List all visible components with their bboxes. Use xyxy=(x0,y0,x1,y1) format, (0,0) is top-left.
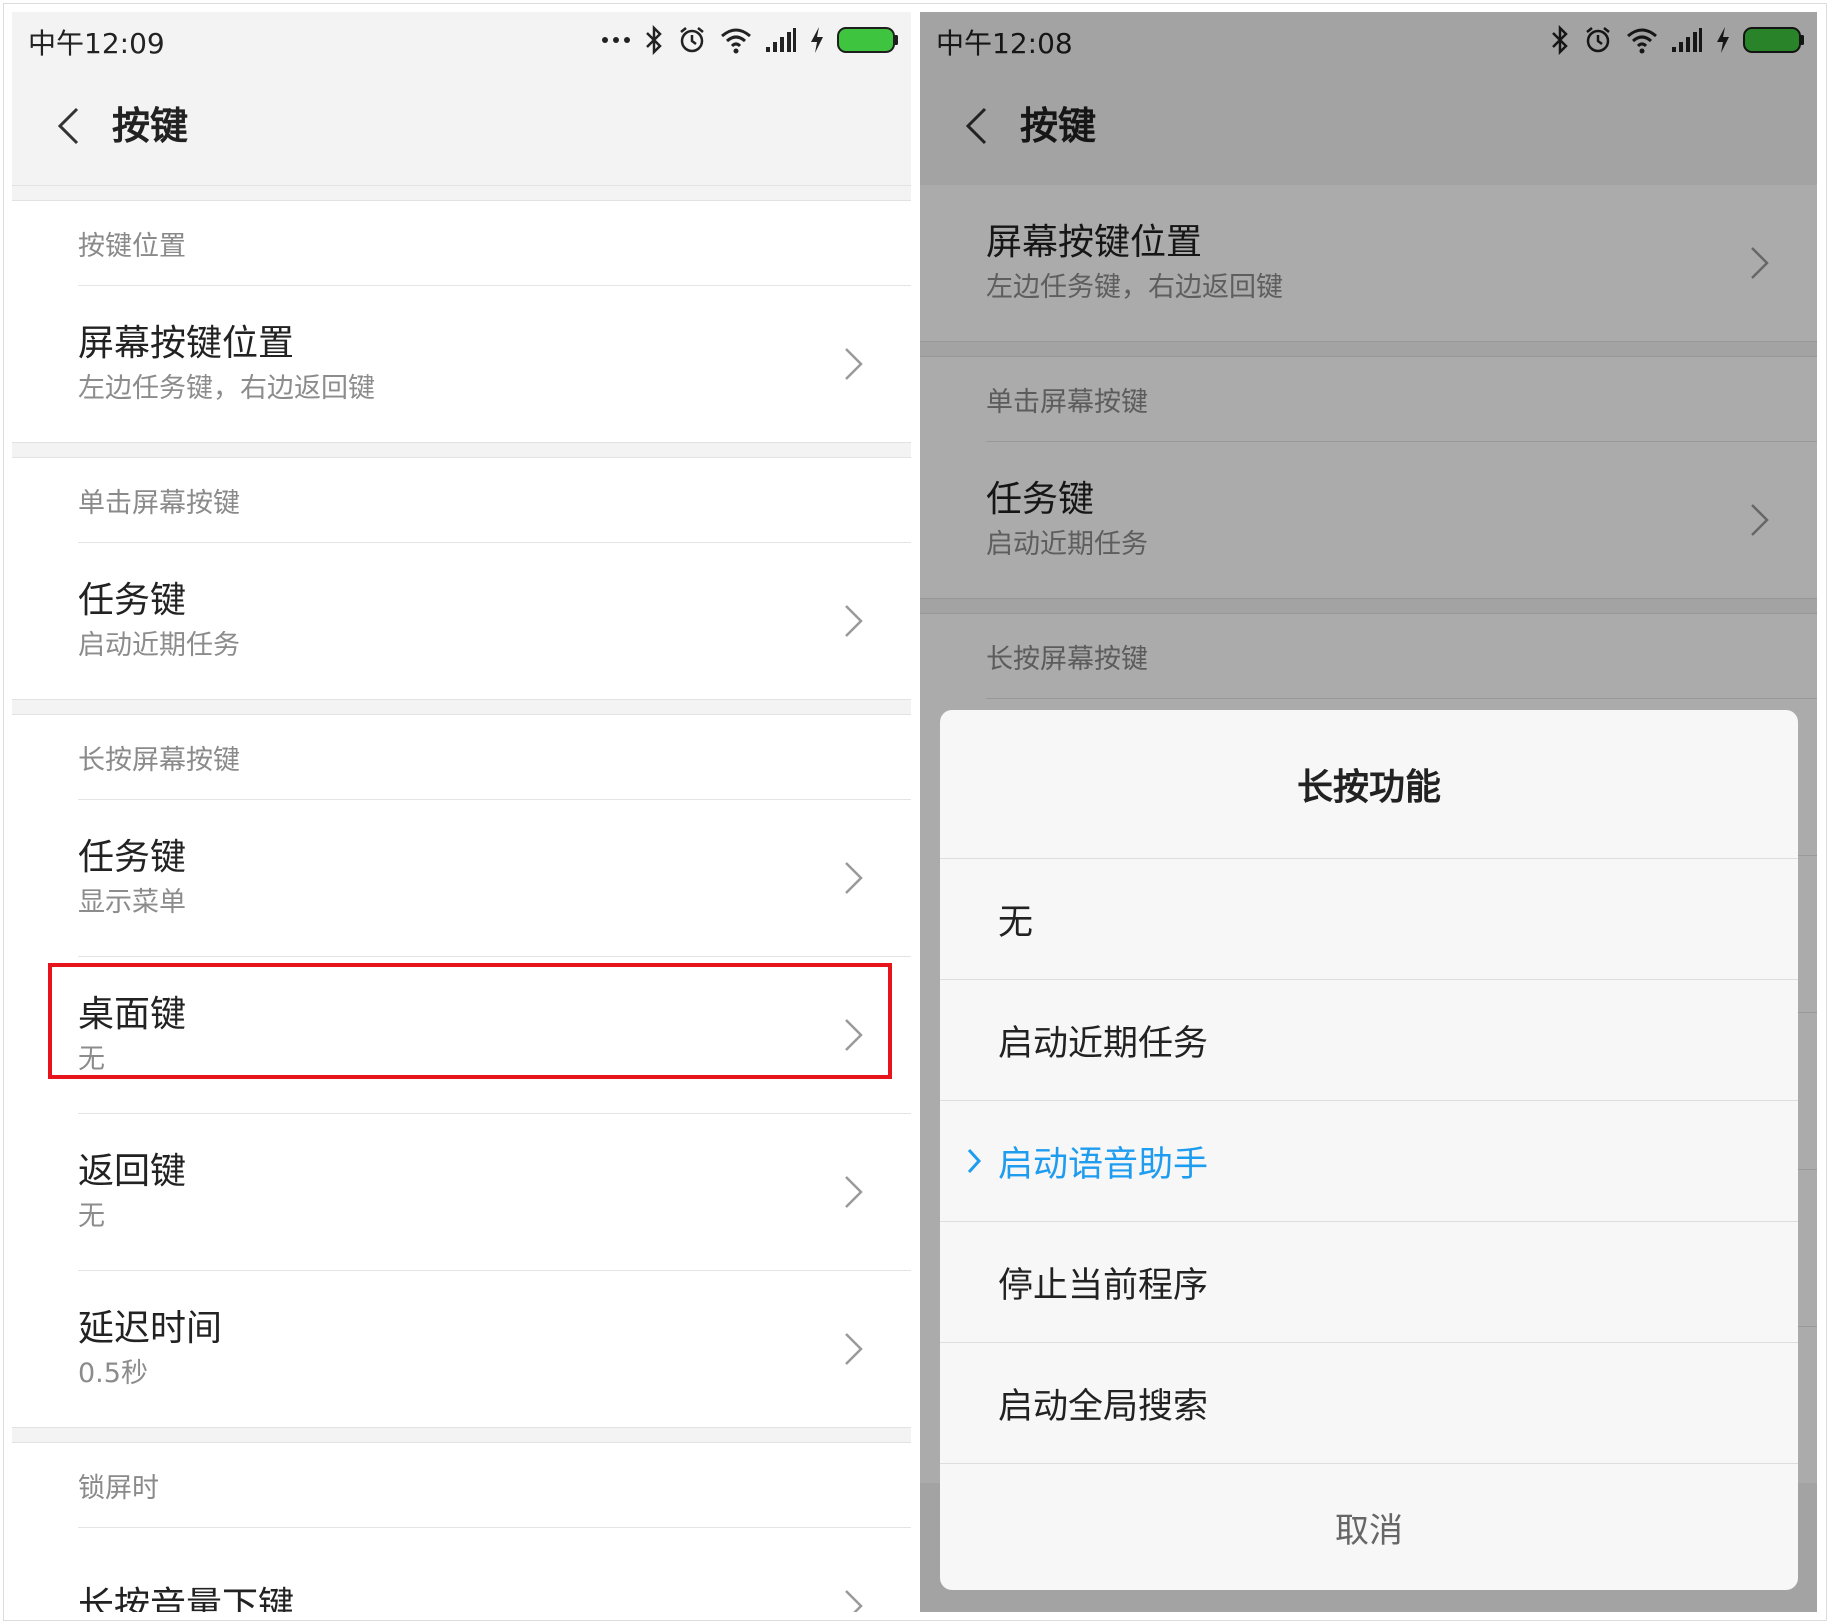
status-time: 中午12:09 xyxy=(28,27,165,60)
chevron-right-icon xyxy=(845,1590,863,1612)
page-title: 按键 xyxy=(112,104,189,148)
section-gap xyxy=(12,699,911,715)
section-header-key-position: 按键位置 xyxy=(78,230,186,262)
status-bar: 中午12:09 xyxy=(12,12,911,67)
title-bar: 按键 xyxy=(12,67,911,185)
option-label: 无 xyxy=(998,902,1034,943)
left-screen: 中午12:09 按键 按键位置 屏幕按键位置 左边任务键，右边返回键 单击屏幕按… xyxy=(12,12,911,1612)
long-press-dialog: 长按功能 无 启动近期任务 启动语音助手 停止当前程序 启动全局搜索 取消 xyxy=(940,710,1798,1590)
row-title: 返回键 xyxy=(78,1151,187,1192)
charging-icon xyxy=(811,27,823,53)
volume-down-long-press-row[interactable]: 长按音量下键 xyxy=(12,1528,911,1612)
status-icons xyxy=(601,20,899,60)
back-arrow-icon xyxy=(57,107,79,145)
group-key-position: 按键位置 屏幕按键位置 左边任务键，右边返回键 xyxy=(12,201,911,442)
long-back-key-row[interactable]: 返回键 无 xyxy=(12,1114,911,1270)
check-chevron-icon xyxy=(967,1148,982,1174)
single-task-key-row[interactable]: 任务键 启动近期任务 xyxy=(12,543,911,699)
row-value: 无 xyxy=(78,1044,105,1075)
delay-time-row[interactable]: 延迟时间 0.5秒 xyxy=(12,1271,911,1427)
row-value: 显示菜单 xyxy=(78,887,186,918)
option-voice-assistant[interactable]: 启动语音助手 xyxy=(940,1101,1798,1222)
row-title: 延迟时间 xyxy=(78,1308,223,1349)
option-label: 启动语音助手 xyxy=(998,1144,1209,1185)
row-title: 长按音量下键 xyxy=(78,1585,295,1612)
long-home-key-row[interactable]: 桌面键 无 xyxy=(12,957,911,1113)
chevron-right-icon xyxy=(845,1176,863,1208)
group-long-press: 长按屏幕按键 任务键 显示菜单 桌面键 无 返回键 无 延迟时间 0.5秒 xyxy=(12,715,911,1427)
right-screen: 中午12:08 按键 屏幕按键位置 左边任务键，右边返回键 单击屏幕按键 任务键… xyxy=(920,12,1817,1612)
row-value: 0.5秒 xyxy=(78,1358,148,1389)
section-header-lock-screen: 锁屏时 xyxy=(78,1472,159,1504)
group-lock-screen: 锁屏时 长按音量下键 xyxy=(12,1443,911,1612)
more-dots-icon xyxy=(602,37,630,43)
chevron-right-icon xyxy=(845,1019,863,1051)
wifi-icon xyxy=(721,28,751,54)
row-title: 任务键 xyxy=(78,837,187,878)
chevron-right-icon xyxy=(845,1333,863,1365)
cancel-button[interactable]: 取消 xyxy=(940,1464,1798,1590)
section-gap xyxy=(12,1427,911,1443)
dialog-title: 长按功能 xyxy=(940,710,1798,859)
section-header-single-press: 单击屏幕按键 xyxy=(78,487,240,519)
option-recent-tasks[interactable]: 启动近期任务 xyxy=(940,980,1798,1101)
row-title: 屏幕按键位置 xyxy=(78,323,295,364)
option-global-search[interactable]: 启动全局搜索 xyxy=(940,1343,1798,1464)
screen-key-position-row[interactable]: 屏幕按键位置 左边任务键，右边返回键 xyxy=(12,286,911,442)
option-none[interactable]: 无 xyxy=(940,859,1798,980)
option-stop-current-app[interactable]: 停止当前程序 xyxy=(940,1222,1798,1343)
settings-list: 按键位置 屏幕按键位置 左边任务键，右边返回键 单击屏幕按键 任务键 启动近期任… xyxy=(12,185,911,1612)
row-value: 左边任务键，右边返回键 xyxy=(78,373,375,404)
row-title: 桌面键 xyxy=(78,994,187,1035)
option-label: 启动全局搜索 xyxy=(998,1386,1209,1427)
alarm-icon xyxy=(680,27,704,53)
row-value: 启动近期任务 xyxy=(78,630,240,661)
option-label: 启动近期任务 xyxy=(998,1023,1209,1064)
section-gap xyxy=(12,185,911,201)
section-header-long-press: 长按屏幕按键 xyxy=(78,744,240,776)
chevron-right-icon xyxy=(845,862,863,894)
back-button[interactable] xyxy=(46,101,90,151)
signal-icon xyxy=(766,28,796,52)
group-single-press: 单击屏幕按键 任务键 启动近期任务 xyxy=(12,458,911,699)
chevron-right-icon xyxy=(845,348,863,380)
long-task-key-row[interactable]: 任务键 显示菜单 xyxy=(12,800,911,956)
option-label: 停止当前程序 xyxy=(998,1265,1209,1306)
row-title: 任务键 xyxy=(78,580,187,621)
bluetooth-icon xyxy=(646,25,662,55)
battery-icon xyxy=(837,27,898,53)
chevron-right-icon xyxy=(845,605,863,637)
section-gap xyxy=(12,442,911,458)
row-value: 无 xyxy=(78,1201,105,1232)
